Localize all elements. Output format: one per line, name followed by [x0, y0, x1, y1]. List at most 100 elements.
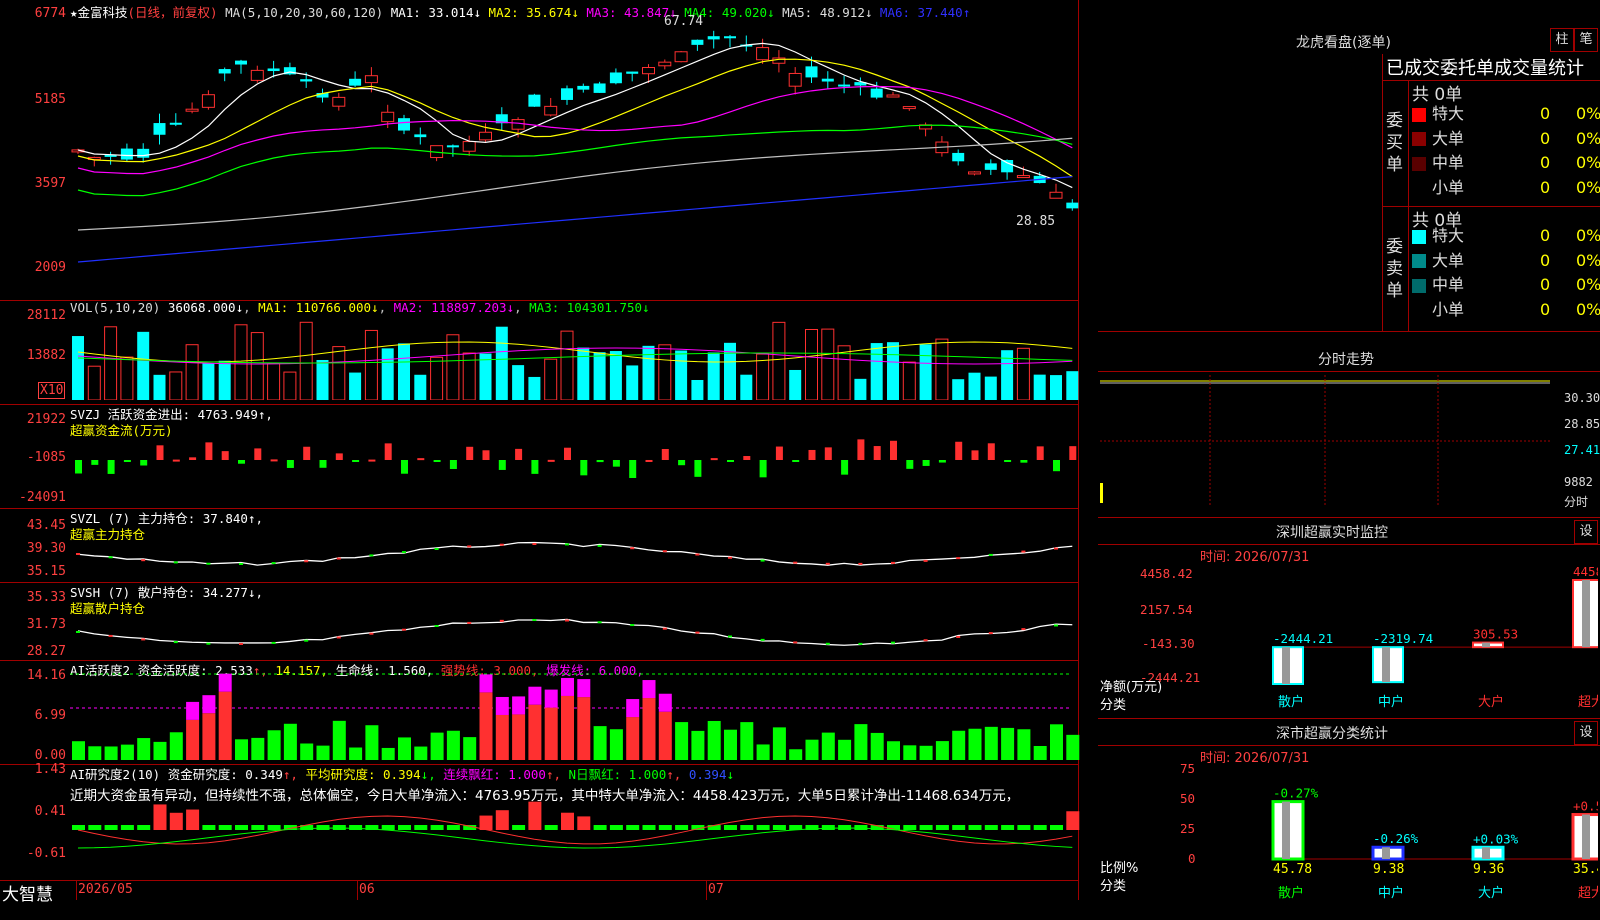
fenshi-chart[interactable] [1100, 375, 1560, 513]
candle-body [169, 122, 182, 125]
holding-mark [173, 641, 178, 644]
ai-activity-pane[interactable]: AI活跃度2 资金活跃度: 2.533↑, 14.157, 生命线: 1.560… [0, 660, 1080, 765]
sz-class-panel[interactable]: 深市超赢分类统计 设 时间: 2026/07/31 75 50 25 0 比例%… [1098, 719, 1600, 901]
research-bar [756, 825, 770, 830]
holding-mark [141, 638, 146, 641]
sz-class-bar-chart[interactable]: -0.27% 45.78 散户 -0.26% 9.38 中户 +0.03% 9.36 大户 +0.… [1198, 739, 1598, 920]
holding-mark [793, 561, 798, 564]
retail-line [77, 618, 1073, 646]
price-pane[interactable]: ★金富科技(日线，前复权) MA(5,10,20,30,60,120) MA1:… [0, 0, 1080, 301]
volume-bar [919, 344, 932, 400]
fund-flow-bar [938, 460, 946, 463]
row-count: 0 [1540, 275, 1551, 294]
activity-bar [300, 743, 314, 760]
fenshi-title: 分时走势 [1318, 352, 1374, 368]
activity-burst-bar [544, 689, 558, 708]
row-count: 0 [1540, 299, 1551, 319]
category-bar-shade [1482, 847, 1490, 859]
volume-bar [642, 345, 655, 400]
sz-monitor-bar-chart[interactable]: -2444.21 散户 -2319.74 中户 305.53 大户 4458.42 超大 [1198, 538, 1598, 718]
sz-monitor-tick: -143.30 [1142, 636, 1195, 651]
fund-flow-bar [987, 443, 995, 460]
ai-research-chart[interactable] [70, 800, 1080, 878]
chart-area[interactable]: ★金富科技(日线，前复权) MA(5,10,20,30,60,120) MA1:… [0, 0, 1080, 905]
ma4-line [77, 124, 1073, 197]
fund-flow-bar [466, 446, 474, 460]
holding-mark [336, 636, 341, 639]
candle-body [674, 51, 688, 63]
sz-class-tick: 25 [1180, 821, 1196, 836]
candle-body [593, 83, 606, 93]
tick-view-button[interactable]: 笔 [1574, 28, 1598, 52]
research-bar [381, 825, 395, 830]
candle-body [364, 75, 378, 84]
svzj-chart[interactable] [70, 414, 1080, 506]
volume-chart[interactable] [70, 316, 1080, 400]
fund-flow-bar [857, 439, 865, 460]
volume-bar [707, 352, 720, 400]
swatch [1412, 278, 1426, 293]
fund-flow-bar [433, 460, 441, 462]
candlestick-chart[interactable] [70, 18, 1080, 298]
volume-bar [1066, 371, 1079, 400]
date-label: 06 [359, 882, 375, 897]
holding-mark [336, 557, 341, 560]
candle-body [870, 88, 883, 98]
activity-bar [968, 728, 982, 760]
fenshi-panel[interactable]: 分时走势 30.30 28.85 27.41 9882 分时 [1098, 345, 1600, 518]
svzj-tick: 21922 [26, 412, 66, 427]
research-bar [593, 825, 607, 830]
svsh-chart[interactable] [70, 596, 1080, 658]
volume-bar [72, 336, 84, 400]
category-label: 散户 [1278, 885, 1304, 901]
candle-body [528, 94, 541, 107]
candle-body [137, 148, 150, 158]
research-bar [821, 825, 835, 830]
svzj-pane[interactable]: SVZJ 活跃资金进出: 4763.949↑, 超赢资金流(万元) 21922 … [0, 404, 1078, 509]
candle-body [642, 67, 655, 75]
holding-mark [728, 556, 732, 559]
volume-bar [691, 379, 704, 400]
activity-bar [463, 737, 477, 760]
sz-monitor-panel[interactable]: 深圳超赢实时监控 设 时间: 2026/07/31 4458.42 2157.5… [1098, 518, 1600, 719]
svsh-pane[interactable]: SVSH (7) 散户持仓: 34.277↓, 超赢散户持仓 35.33 31.… [0, 582, 1078, 661]
research-bar [267, 825, 281, 830]
volume-pane[interactable]: VOL(5,10,20) 36068.000↓, MA1: 110766.000… [0, 300, 1080, 405]
column-view-button[interactable]: 柱 [1550, 28, 1574, 52]
candle-body [805, 66, 818, 78]
holding-mark [630, 624, 635, 627]
sz-monitor-tick: 2157.54 [1140, 602, 1193, 617]
bar-value-label: 305.53 [1473, 627, 1518, 642]
research-bar [104, 825, 118, 830]
ai-research-pane[interactable]: AI研究度2(10) 资金研究度: 0.349↑, 平均研究度: 0.394↓,… [0, 762, 1080, 881]
holding-mark [532, 619, 537, 622]
volume-bar [789, 369, 802, 400]
candle-body [462, 141, 476, 152]
svzl-pane[interactable]: SVZL (7) 主力持仓: 37.840↑, 超赢主力持仓 43.45 39.… [0, 508, 1078, 583]
volume-bar [414, 374, 427, 400]
category-bar-shade [1582, 814, 1590, 859]
research-bar [968, 825, 982, 830]
lhb-row: 特大 0 0% [1412, 224, 1600, 248]
volume-bar [658, 344, 672, 400]
fund-flow-bar [727, 460, 734, 462]
research-bar [316, 825, 330, 830]
svzl-chart[interactable] [70, 520, 1080, 580]
holding-mark [434, 624, 439, 627]
fund-flow-bar [906, 460, 914, 469]
research-bar [512, 825, 526, 830]
activity-bar [789, 749, 803, 760]
activity-bar [887, 741, 900, 760]
lhb-panel[interactable]: 龙虎看盘(逐单) 柱 笔 已成交委托单成交量统计 委买单 共 0单 委卖单 共 … [1098, 0, 1600, 345]
sz-class-tick: 0 [1188, 851, 1196, 866]
ai-activity-chart[interactable] [70, 672, 1080, 762]
fund-flow-bar [759, 460, 767, 478]
main-force-line [77, 541, 1073, 566]
research-bar [153, 804, 167, 830]
vol-unit: X10 [38, 382, 66, 399]
activity-bar [528, 704, 542, 760]
row-count: 0 [1540, 128, 1551, 148]
fund-flow-bar [596, 460, 604, 463]
activity-bar [446, 730, 460, 760]
research-bar [528, 801, 542, 830]
